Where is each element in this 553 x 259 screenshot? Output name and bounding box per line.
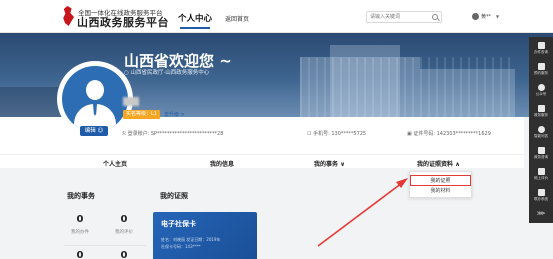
sidebar-item-system[interactable]: 联办系统: [529, 186, 553, 205]
sidebar-item-label: 公众号: [535, 92, 547, 96]
nav-active-underline: [180, 27, 210, 29]
sidebar-item-label: 联办系统: [534, 197, 548, 201]
sidebar-item-label: 政务咨询: [534, 155, 548, 159]
chat-icon: [538, 126, 545, 133]
id-number-text: ▣ 证件号码: 142303*********1629: [407, 131, 491, 137]
card-info-line: 社保卡号码：143****: [161, 244, 201, 249]
upgrade-link[interactable]: 去升级 >: [164, 111, 185, 118]
chevron-down-icon[interactable]: ▼: [496, 14, 499, 19]
stat-value[interactable]: 0: [114, 214, 134, 225]
sidebar-item-label: 政务服务: [534, 113, 548, 117]
banner-building-windows: [300, 57, 515, 117]
licenses-dropdown-menu: 我的证照 我的材料: [409, 171, 472, 198]
dropdown-item-my-licenses[interactable]: 我的证照: [410, 175, 471, 186]
stat-label: 我的办件: [71, 230, 89, 235]
stat-label: 我的评价: [115, 230, 133, 235]
my-licenses-title: 我的证照: [160, 192, 188, 200]
sidebar-expand-icon[interactable]: ⋙: [529, 209, 553, 219]
edit-profile-button[interactable]: 编辑 ☺: [80, 126, 108, 136]
profile-name-blurred: [123, 97, 139, 106]
sidebar-item-label: 智能问答: [534, 134, 548, 138]
login-account-text: ℛ 登录账户: SP************************28: [122, 131, 224, 137]
welcome-subtitle: ○ 山西省民政厅·山西政务服务中心: [124, 70, 210, 76]
stat-value[interactable]: 0: [70, 214, 90, 225]
service-icon: [538, 105, 545, 112]
tab-personal-home[interactable]: 个人主页: [103, 159, 127, 168]
search-icon[interactable]: [432, 14, 438, 20]
brand-title[interactable]: 山西政务服务平台: [77, 14, 169, 30]
sidebar-item-official-account[interactable]: 公众号: [529, 81, 553, 100]
stats-divider: [64, 245, 146, 246]
card-info-line: 姓名：刘晓丽 发证日期：2019年: [161, 237, 221, 242]
real-name-level-badge: 实名等级：L1: [123, 110, 160, 119]
sidebar-item-appointment[interactable]: 预约服务: [529, 60, 553, 79]
rating-icon: [538, 168, 545, 175]
card-title: 电子社保卡: [161, 220, 196, 228]
my-affairs-title: 我的事务: [67, 192, 95, 200]
sidebar-item-rating[interactable]: 网上评价: [529, 165, 553, 184]
sidebar-item-label: 预约服务: [534, 71, 548, 75]
phone-number-text: ☐ 手机号: 130*****5725: [307, 131, 367, 137]
sidebar-item-label: 网上评价: [534, 176, 548, 180]
page-root: 全国一体化在线政务服务平台 山西政务服务平台 个人中心 返回首页 黄** ▼ 山…: [0, 0, 553, 259]
arrow-shaft: [317, 182, 403, 247]
tab-my-licenses[interactable]: 我的证照资料 ∧: [417, 159, 460, 168]
user-avatar-icon[interactable]: [472, 13, 479, 20]
nav-personal-center[interactable]: 个人中心: [178, 12, 212, 24]
sidebar-item-consult[interactable]: 政务咨询: [529, 144, 553, 163]
sidebar-item-smart-qa[interactable]: 智能问答: [529, 123, 553, 142]
user-name[interactable]: 黄**: [481, 13, 491, 20]
arrow-head: [396, 178, 408, 188]
wechat-icon: [538, 84, 545, 91]
tab-my-affairs[interactable]: 我的事务 ∨: [314, 159, 345, 168]
sidebar-item-query[interactable]: 办件查询: [529, 39, 553, 58]
stat-value[interactable]: 0: [70, 250, 90, 259]
tab-my-info[interactable]: 我的信息: [210, 159, 234, 168]
sidebar-item-label: 办件查询: [534, 50, 548, 54]
stat-value[interactable]: 0: [114, 250, 134, 259]
avatar-head: [86, 80, 104, 100]
system-icon: [538, 189, 545, 196]
consult-icon: [538, 147, 545, 154]
search-doc-icon: [538, 42, 545, 49]
avatar: [62, 66, 128, 132]
search-box[interactable]: [366, 11, 442, 23]
calendar-icon: [538, 63, 545, 70]
dropdown-item-my-materials[interactable]: 我的材料: [410, 186, 471, 197]
nav-back-home-link[interactable]: 返回首页: [225, 14, 249, 23]
search-input[interactable]: [370, 12, 430, 22]
sidebar-item-service[interactable]: 政务服务: [529, 102, 553, 121]
